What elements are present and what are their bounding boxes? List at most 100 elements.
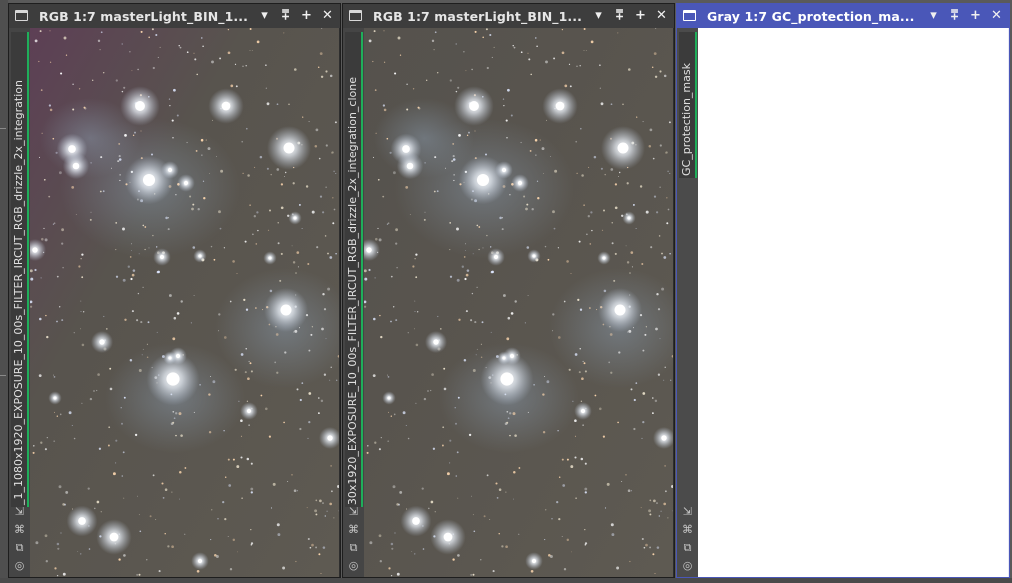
minimize-button[interactable]: ⩱	[946, 8, 963, 24]
faint-star	[464, 277, 467, 281]
faint-star	[164, 488, 168, 491]
faint-star	[195, 149, 198, 152]
faint-star	[512, 45, 514, 47]
diagonal-arrow-icon[interactable]: ⇲	[345, 503, 362, 521]
faint-star	[148, 36, 150, 39]
faint-star	[208, 173, 210, 174]
star-field-image[interactable]	[30, 28, 339, 577]
fit-view-icon[interactable]: ⌘	[345, 521, 362, 539]
faint-star	[75, 214, 77, 215]
faint-star	[514, 300, 517, 303]
mask-image[interactable]	[698, 28, 1008, 577]
maximize-button[interactable]: +	[967, 8, 984, 24]
close-button[interactable]: ✕	[653, 8, 670, 24]
faint-star	[551, 518, 553, 520]
faint-star	[471, 68, 473, 71]
bright-star	[99, 339, 105, 345]
faint-star	[472, 253, 474, 255]
faint-star	[472, 514, 474, 516]
faint-star	[99, 190, 102, 193]
shade-button[interactable]: ▾	[925, 8, 942, 24]
faint-star	[212, 119, 213, 121]
image-window-clone[interactable]: RGB 1:7 masterLight_BIN_1... ▾ ⩱ + ✕ 30x…	[342, 3, 675, 578]
faint-star	[465, 70, 467, 72]
diagonal-arrow-icon[interactable]: ⇲	[679, 503, 696, 521]
faint-star	[635, 382, 638, 384]
window-titlebar[interactable]: Gray 1:7 GC_protection_ma... ▾ ⩱ + ✕	[677, 4, 1009, 28]
faint-star	[38, 156, 41, 158]
bright-star	[602, 256, 606, 260]
bright-star	[246, 408, 252, 414]
image-window-mask[interactable]: Gray 1:7 GC_protection_ma... ▾ ⩱ + ✕ GC_…	[676, 3, 1010, 578]
faint-star	[172, 421, 175, 424]
shade-button[interactable]: ▾	[590, 8, 607, 24]
faint-star	[322, 502, 324, 505]
faint-star	[546, 380, 550, 384]
close-button[interactable]: ✕	[988, 8, 1005, 24]
fit-view-icon[interactable]: ⌘	[11, 521, 28, 539]
faint-star	[386, 137, 389, 140]
shade-button[interactable]: ▾	[256, 8, 273, 24]
faint-star	[212, 380, 216, 384]
faint-star	[531, 207, 534, 211]
faint-star	[583, 50, 585, 51]
close-button[interactable]: ✕	[319, 8, 336, 24]
faint-star	[146, 559, 148, 561]
target-icon[interactable]: ◎	[679, 557, 696, 575]
faint-star	[61, 242, 64, 245]
maximize-button[interactable]: +	[632, 8, 649, 24]
maximize-button[interactable]: +	[298, 8, 315, 24]
faint-star	[668, 121, 671, 124]
minimize-button[interactable]: ⩱	[277, 8, 294, 24]
view-identifier-label: GC_protection_mask	[680, 63, 693, 176]
faint-star	[102, 190, 105, 193]
view-identifier-tab[interactable]: 30x1920_EXPOSURE_10_00s_FILTER_IRCUT_RGB…	[345, 32, 363, 507]
faint-star	[122, 451, 125, 454]
faint-star	[130, 277, 133, 281]
minimize-button[interactable]: ⩱	[611, 8, 628, 24]
faint-star	[611, 533, 615, 537]
target-icon[interactable]: ◎	[345, 557, 362, 575]
faint-star	[62, 266, 64, 269]
faint-star	[373, 30, 376, 33]
view-identifier-tab[interactable]: _1_1080x1920_EXPOSURE_10_00s_FILTER_IRCU…	[11, 32, 29, 507]
faint-star	[266, 102, 270, 106]
faint-star	[640, 507, 642, 509]
faint-star	[584, 528, 586, 531]
faint-star	[422, 548, 425, 550]
faint-star	[631, 490, 633, 492]
faint-star	[542, 173, 544, 174]
duplicate-icon[interactable]: ⧉	[679, 539, 696, 557]
target-icon[interactable]: ◎	[11, 557, 28, 575]
faint-star	[409, 214, 411, 215]
faint-star	[642, 121, 644, 123]
faint-star	[81, 276, 84, 279]
faint-star	[452, 158, 456, 161]
image-window-original[interactable]: RGB 1:7 masterLight_BIN_1... ▾ ⩱ + ✕ _1_…	[8, 3, 341, 578]
faint-star	[121, 475, 124, 477]
faint-star	[602, 435, 605, 438]
duplicate-icon[interactable]: ⧉	[345, 539, 362, 557]
faint-star	[84, 107, 87, 110]
faint-star	[138, 253, 140, 255]
faint-star	[46, 437, 48, 439]
view-identifier-tab[interactable]: GC_protection_mask	[679, 32, 697, 178]
faint-star	[48, 104, 52, 107]
faint-star	[245, 348, 247, 350]
faint-star	[480, 343, 482, 345]
fit-view-icon[interactable]: ⌘	[679, 521, 696, 539]
faint-star	[474, 30, 477, 33]
bright-star	[531, 558, 537, 564]
faint-star	[223, 247, 226, 249]
faint-star	[406, 83, 408, 86]
window-titlebar[interactable]: RGB 1:7 masterLight_BIN_1... ▾ ⩱ + ✕	[9, 4, 340, 28]
faint-star	[618, 351, 621, 354]
faint-star	[386, 374, 388, 376]
star-field-image[interactable]	[364, 28, 673, 577]
diagonal-arrow-icon[interactable]: ⇲	[11, 503, 28, 521]
faint-star	[56, 320, 58, 323]
duplicate-icon[interactable]: ⧉	[11, 539, 28, 557]
faint-star	[71, 186, 75, 189]
faint-star	[319, 52, 323, 55]
window-titlebar[interactable]: RGB 1:7 masterLight_BIN_1... ▾ ⩱ + ✕	[343, 4, 674, 28]
